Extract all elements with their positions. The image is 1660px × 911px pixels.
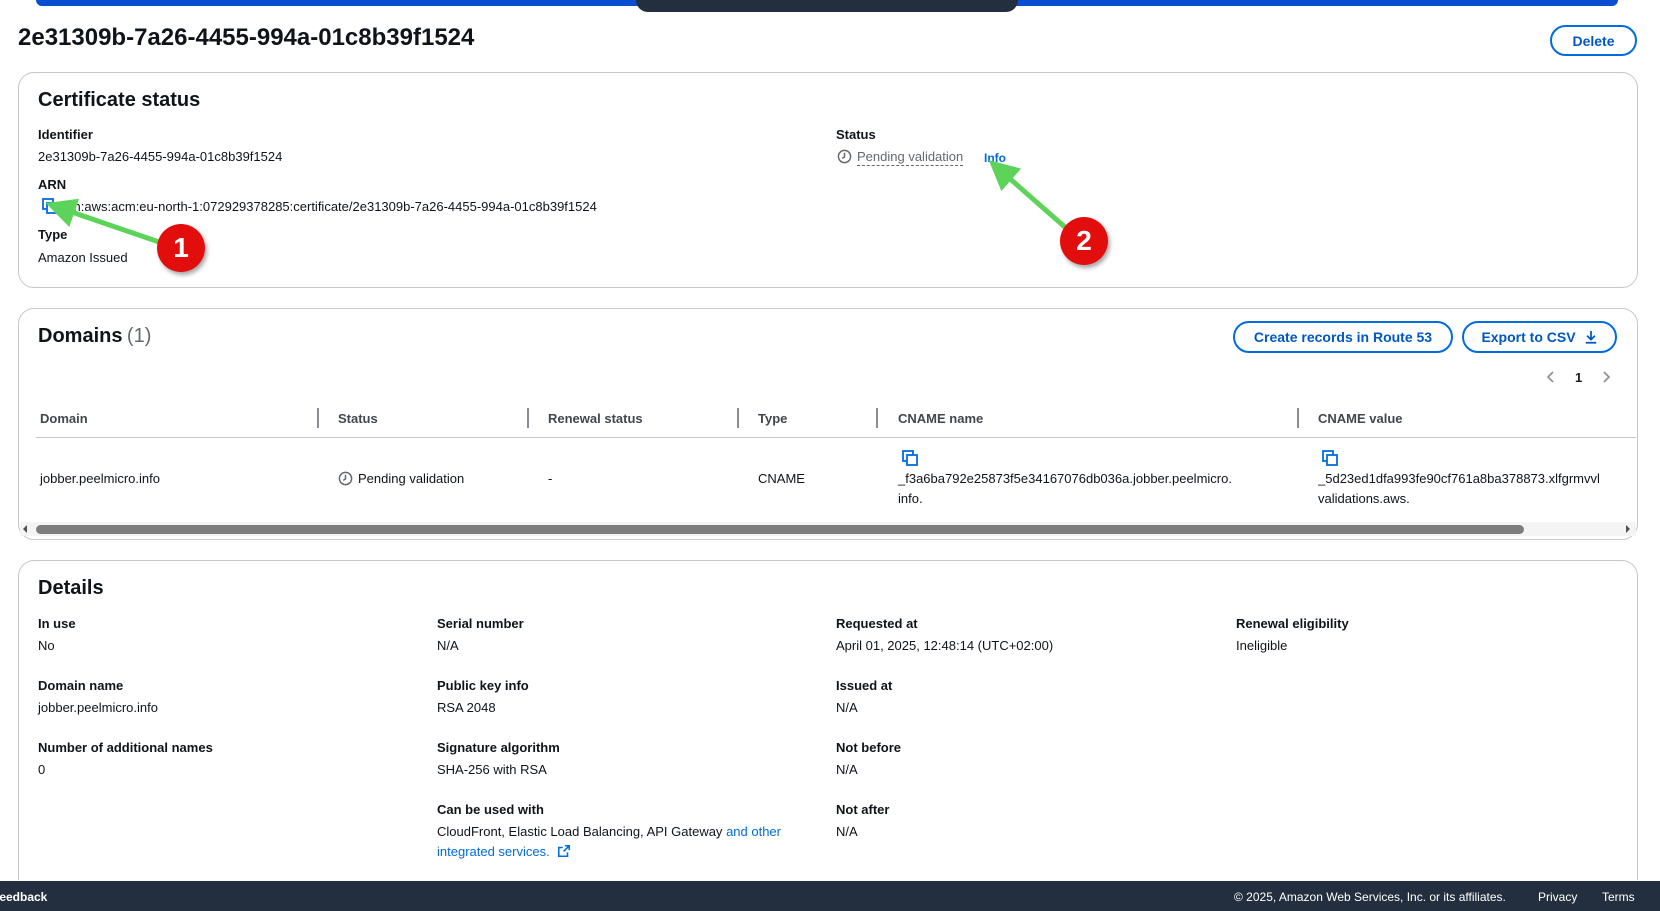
domain-name-value: jobber.peelmicro.info [38, 700, 158, 715]
additional-names-value: 0 [38, 762, 46, 777]
row-cname-name-line-2: info. [898, 491, 923, 506]
certificate-status-panel [18, 72, 1638, 288]
column-header-cname-value[interactable]: CNAME value [1318, 411, 1403, 426]
chevron-right-icon[interactable] [1600, 369, 1612, 385]
column-header-type[interactable]: Type [758, 411, 787, 426]
public-key-value: RSA 2048 [437, 700, 496, 715]
domains-heading: Domains (1) [38, 325, 152, 347]
delete-button[interactable]: Delete [1550, 25, 1637, 56]
chevron-left-icon[interactable] [1545, 369, 1557, 385]
issued-at-label: Issued at [836, 678, 893, 693]
column-divider[interactable] [1297, 408, 1299, 428]
serial-number-label: Serial number [437, 616, 524, 631]
signature-algorithm-value: SHA-256 with RSA [437, 762, 547, 777]
column-header-status[interactable]: Status [338, 411, 378, 426]
issued-at-value: N/A [836, 700, 858, 715]
feedback-link[interactable]: Feedback [0, 890, 47, 904]
row-type: CNAME [758, 471, 805, 486]
requested-at-value: April 01, 2025, 12:48:14 (UTC+02:00) [836, 638, 1054, 653]
column-header-domain[interactable]: Domain [40, 411, 88, 426]
certificate-status-heading: Certificate status [38, 89, 201, 111]
row-cname-value-line-1: _5d23ed1dfa993fe90cf761a8ba378873.xlfgrm… [1318, 471, 1600, 486]
copy-icon[interactable] [1322, 450, 1338, 466]
row-renewal-status: - [548, 471, 553, 486]
public-key-label: Public key info [437, 678, 529, 693]
identifier-label: Identifier [38, 127, 93, 142]
not-after-value: N/A [836, 824, 858, 839]
scroll-left-arrow-icon[interactable] [21, 524, 29, 534]
type-label: Type [38, 227, 68, 242]
row-domain: jobber.peelmicro.info [40, 471, 160, 486]
integrated-services-link-continued[interactable]: integrated services. [437, 844, 571, 859]
clock-icon [837, 149, 852, 164]
details-panel [18, 560, 1638, 880]
terms-link[interactable]: Terms [1602, 890, 1635, 904]
copy-icon[interactable] [902, 450, 918, 466]
annotation-badge-1: 1 [157, 224, 205, 272]
domains-count: (1) [126, 325, 152, 347]
can-be-used-with-label: Can be used with [437, 802, 544, 817]
notifications-bar[interactable] [636, 0, 1018, 12]
page-title: 2e31309b-7a26-4455-994a-01c8b39f1524 [18, 24, 475, 51]
scroll-right-arrow-icon[interactable] [1624, 524, 1632, 534]
column-divider[interactable] [876, 408, 878, 428]
integrated-services-link[interactable]: and other [726, 824, 781, 839]
details-heading: Details [38, 577, 104, 599]
arn-label: ARN [38, 177, 67, 192]
column-divider[interactable] [737, 408, 739, 428]
scrollbar-thumb[interactable] [36, 525, 1524, 534]
in-use-label: In use [38, 616, 76, 631]
clock-icon [338, 471, 353, 486]
copyright-text: © 2025, Amazon Web Services, Inc. or its… [1234, 890, 1506, 904]
column-header-renewal-status[interactable]: Renewal status [548, 411, 643, 426]
footer: Feedback © 2025, Amazon Web Services, In… [0, 881, 1660, 911]
can-be-used-with-value: CloudFront, Elastic Load Balancing, API … [437, 824, 781, 839]
status-label: Status [836, 127, 876, 142]
status-value[interactable]: Pending validation [857, 149, 964, 166]
page-number[interactable]: 1 [1575, 370, 1582, 385]
copy-icon[interactable] [42, 198, 58, 214]
renewal-eligibility-label: Renewal eligibility [1236, 616, 1349, 631]
row-cname-name-line-1: _f3a6ba792e25873f5e34167076db036a.jobber… [898, 471, 1232, 486]
identifier-value: 2e31309b-7a26-4455-994a-01c8b39f1524 [38, 149, 283, 164]
column-header-cname-name[interactable]: CNAME name [898, 411, 983, 426]
status-info-link[interactable]: Info [984, 151, 1006, 165]
type-value: Amazon Issued [38, 250, 128, 265]
not-after-label: Not after [836, 802, 890, 817]
column-divider[interactable] [317, 408, 319, 428]
column-divider[interactable] [527, 408, 529, 428]
signature-algorithm-label: Signature algorithm [437, 740, 560, 755]
create-records-button[interactable]: Create records in Route 53 [1233, 321, 1453, 353]
export-csv-button[interactable]: Export to CSV [1462, 321, 1617, 353]
in-use-value: No [38, 638, 55, 653]
annotation-badge-2: 2 [1060, 217, 1108, 265]
domain-name-label: Domain name [38, 678, 124, 693]
download-icon [1585, 330, 1596, 344]
not-before-value: N/A [836, 762, 858, 777]
renewal-eligibility-value: Ineligible [1236, 638, 1288, 653]
requested-at-label: Requested at [836, 616, 918, 631]
row-cname-value-line-2: validations.aws. [1318, 491, 1410, 506]
external-link-icon [558, 844, 571, 858]
privacy-link[interactable]: Privacy [1538, 890, 1577, 904]
arn-value: arn:aws:acm:eu-north-1:072929378285:cert… [62, 199, 597, 214]
serial-number-value: N/A [437, 638, 459, 653]
additional-names-label: Number of additional names [38, 740, 213, 755]
not-before-label: Not before [836, 740, 901, 755]
row-status: Pending validation [358, 471, 465, 486]
